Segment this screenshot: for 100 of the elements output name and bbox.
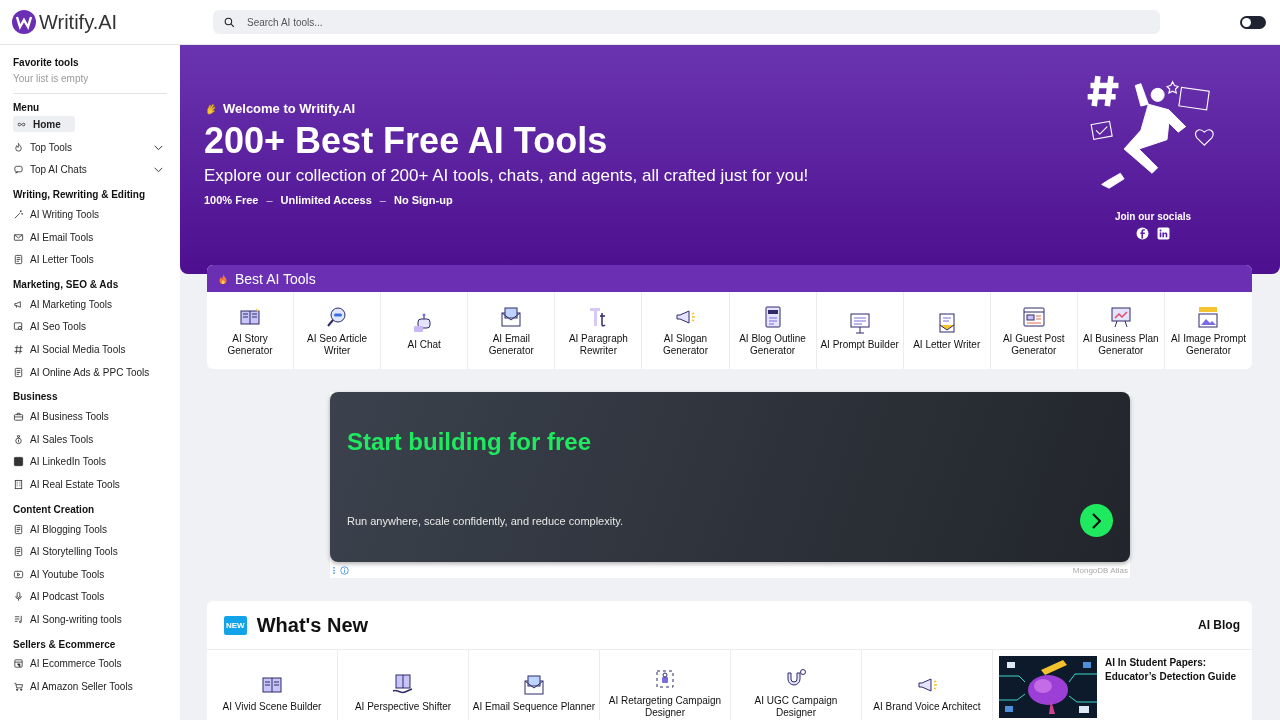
section-heading: Menu <box>13 102 41 113</box>
magic-wand-icon <box>13 209 24 220</box>
sidebar-item[interactable]: AI Ecommerce Tools <box>13 652 167 676</box>
tool-tile[interactable]: AI Image Prompt Generator <box>1164 292 1252 369</box>
sidebar-item[interactable]: AI LinkedIn Tools <box>13 450 167 474</box>
target-frame-icon <box>653 667 677 691</box>
facebook-icon[interactable] <box>1136 227 1149 240</box>
feature-text: Unlimited Access <box>280 194 372 206</box>
sidebar-item[interactable]: AI Email Tools <box>13 225 167 249</box>
chart-board-icon <box>1108 304 1133 329</box>
sidebar-item[interactable]: AI Social Media Tools <box>13 338 167 361</box>
feature-text: 100% Free <box>204 194 259 206</box>
hero-title: 200+ Best Free AI Tools <box>204 120 609 162</box>
sidebar-item[interactable]: AI Youtube Tools <box>13 562 167 586</box>
envelope-icon <box>522 673 546 697</box>
tool-tile[interactable]: AI Story Generator <box>207 292 295 369</box>
sidebar-item[interactable]: Home <box>13 116 75 132</box>
more-options-icon[interactable] <box>332 565 336 575</box>
sidebar-item[interactable]: AI Podcast Tools <box>13 585 167 609</box>
tool-tile[interactable]: AI Email Sequence Planner <box>469 650 600 720</box>
tool-tile[interactable]: AI Vivid Scene Builder <box>207 650 338 720</box>
chevron-right-icon <box>1092 512 1101 529</box>
browser-window-icon <box>1021 304 1046 329</box>
sidebar-item[interactable]: AI Sales Tools <box>13 427 167 451</box>
sidebar-item[interactable]: AI Business Tools <box>13 405 167 428</box>
separator-dash: – <box>379 194 386 206</box>
theme-toggle[interactable] <box>1240 15 1266 29</box>
new-badge: NEW <box>224 615 247 635</box>
tool-tile[interactable]: AI UGC Campaign Designer <box>731 650 862 720</box>
megaphone-icon <box>13 298 24 310</box>
tool-tile[interactable]: AI Brand Voice Architect <box>862 650 993 720</box>
music-list-icon <box>13 613 24 625</box>
square-icon <box>13 456 24 468</box>
hero-subtitle: Explore our collection of 200+ AI tools, chats, and agents, all crafted just for you! <box>204 166 810 186</box>
sidebar-item[interactable]: AI Seo Tools <box>13 315 167 339</box>
document-icon <box>13 366 24 378</box>
section-heading: Sellers & Ecommerce <box>13 638 117 650</box>
tool-tile[interactable]: AI Seo Article Writer <box>294 292 382 369</box>
empty-list-text: Your list is empty <box>13 73 90 84</box>
favorites-heading: Favorite tools <box>13 57 80 68</box>
feature-text: No Sign-up <box>394 194 453 206</box>
blog-link[interactable]: AI Blog <box>1198 618 1240 632</box>
sidebar-item[interactable]: AI Blogging Tools <box>13 517 167 541</box>
sidebar-item[interactable]: AI Amazon Seller Tools <box>13 675 167 698</box>
socials-heading: Join our socials <box>1114 211 1192 222</box>
section-heading: Writing, Rewriting & Editing <box>13 189 147 201</box>
document-icon <box>13 523 24 535</box>
tool-tile[interactable]: AI Prompt Builder <box>816 292 904 369</box>
tool-tile[interactable]: AI Slogan Generator <box>642 292 730 369</box>
section-heading: Content Creation <box>13 503 96 515</box>
next-button[interactable] <box>1080 504 1113 537</box>
envelope-icon <box>499 304 524 329</box>
sidebar-item[interactable]: AI Marketing Tools <box>13 292 167 316</box>
search-field[interactable]: Search AI tools... <box>213 10 1160 34</box>
sidebar-item[interactable]: AI Letter Tools <box>13 248 167 271</box>
ad-banner[interactable]: Start building for free Run anywhere, scale confidently, and reduce complexity. <box>330 392 1130 562</box>
hash-icon <box>13 343 24 355</box>
ad-title: Start building for free <box>347 428 592 456</box>
tool-tile[interactable]: AI Guest Post Generator <box>990 292 1078 369</box>
sidebar-item[interactable]: AI Real Estate Tools <box>13 473 167 496</box>
tool-tile[interactable]: AI Letter Writer <box>903 292 991 369</box>
sidebar-item[interactable]: AI Online Ads & PPC Tools <box>13 360 167 384</box>
section-title: Best AI Tools <box>235 270 316 287</box>
section-heading: Marketing, SEO & Ads <box>13 278 120 290</box>
sidebar-item[interactable]: AI Song-writing tools <box>13 608 167 631</box>
brand-name: Writify.AI <box>39 10 118 34</box>
linkedin-icon[interactable] <box>1157 227 1170 240</box>
document-icon <box>13 254 24 266</box>
sidebar-item[interactable]: AI Storytelling Tools <box>13 540 167 563</box>
envelope-icon <box>13 231 24 243</box>
welcome-text: Welcome to Writify.AI <box>223 101 356 116</box>
tool-tile[interactable]: AI Chat <box>381 292 469 369</box>
tool-tile[interactable]: AI Paragraph Rewriter <box>555 292 643 369</box>
logo-icon <box>12 10 36 34</box>
briefcase-icon <box>13 411 24 423</box>
sidebar-item[interactable]: Top Tools <box>13 136 167 159</box>
sponsor-text: MongoDB Atlas <box>1072 565 1128 575</box>
sidebar-item[interactable]: AI Writing Tools <box>13 203 167 226</box>
play-icon <box>13 568 24 580</box>
document-icon <box>13 546 24 558</box>
chat-icon <box>13 164 24 176</box>
search-icon <box>13 321 24 333</box>
separator-dash: – <box>266 194 273 206</box>
waving-hand-icon <box>204 101 218 116</box>
tool-tile[interactable]: AI Business Plan Generator <box>1077 292 1165 369</box>
microphone-icon <box>13 591 24 603</box>
easel-icon <box>847 310 872 335</box>
cart-icon <box>13 681 24 693</box>
ad-text: Run anywhere, scale confidently, and reduce complexity. <box>347 514 623 527</box>
blog-post-title[interactable]: AI In Student Papers: Educator’s Detection Guide <box>1105 656 1246 720</box>
sidebar-item[interactable]: Top AI Chats <box>13 158 167 182</box>
image-icon <box>1196 304 1221 329</box>
section-title: What's New <box>256 613 369 637</box>
section-heading: Business <box>13 391 59 403</box>
info-icon[interactable] <box>340 565 349 575</box>
tool-tile[interactable]: AI Blog Outline Generator <box>729 292 817 369</box>
flame-icon <box>13 141 24 153</box>
tool-tile[interactable]: AI Perspective Shifter <box>338 650 469 720</box>
tool-tile[interactable]: AI Retargeting Campaign Designer <box>600 650 731 720</box>
tool-tile[interactable]: AI Email Generator <box>468 292 556 369</box>
